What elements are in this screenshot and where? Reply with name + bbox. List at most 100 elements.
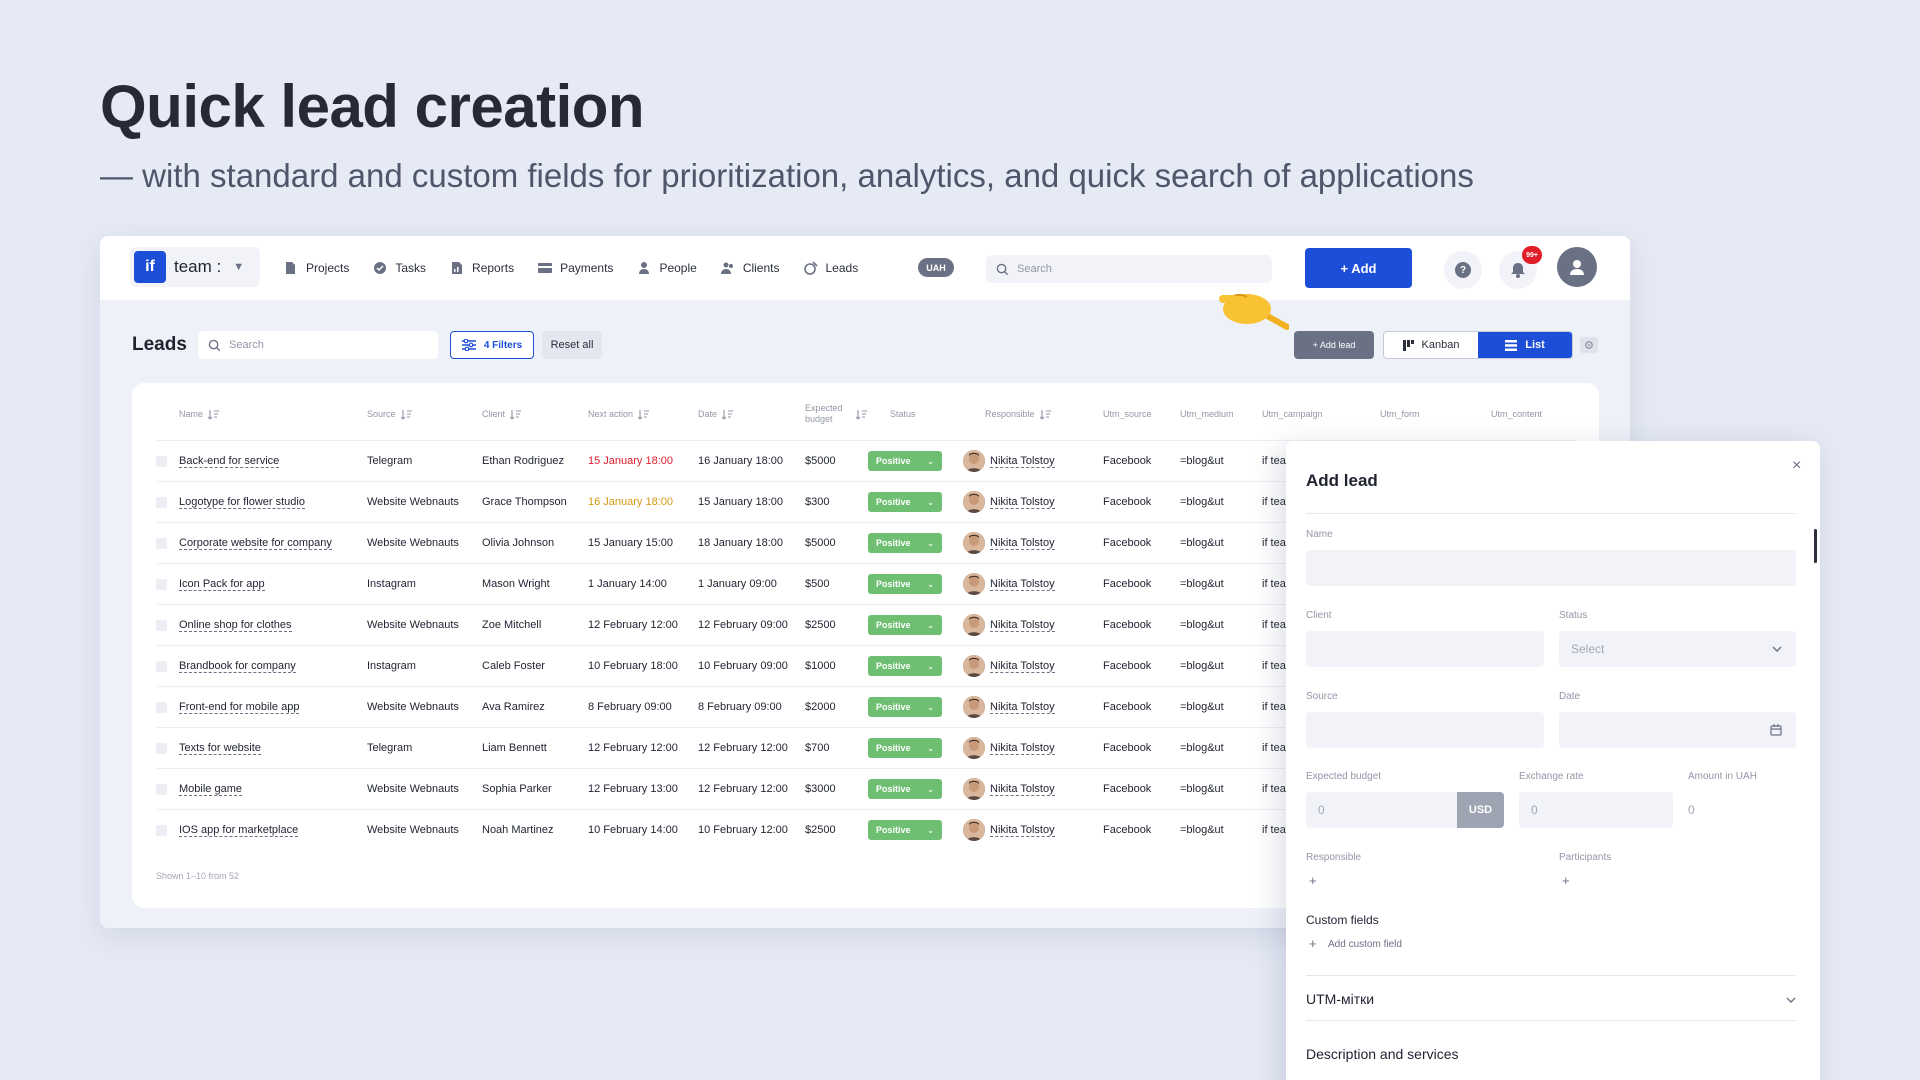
- add-lead-button[interactable]: + Add lead: [1294, 331, 1374, 359]
- status-badge[interactable]: Positive ⌄: [868, 533, 942, 553]
- source-input[interactable]: [1306, 712, 1544, 748]
- responsible-name[interactable]: Nikita Tolstoy: [990, 619, 1055, 632]
- currency-select[interactable]: USD: [1457, 792, 1504, 828]
- lead-name-link[interactable]: Corporate website for company: [179, 537, 332, 550]
- add-custom-field-button[interactable]: Add custom field: [1328, 939, 1402, 950]
- table-settings-button[interactable]: [1580, 337, 1598, 353]
- gear-icon: [1585, 341, 1593, 349]
- status-badge[interactable]: Positive ⌄: [868, 615, 942, 635]
- search-icon: [996, 263, 1009, 275]
- nav-people[interactable]: People: [637, 261, 697, 275]
- row-checkbox[interactable]: [156, 456, 167, 467]
- budget-value: 0: [1318, 803, 1325, 817]
- hero-title: Quick lead creation: [100, 73, 645, 140]
- report-icon: [452, 262, 463, 274]
- responsible-name[interactable]: Nikita Tolstoy: [990, 783, 1055, 796]
- responsible-name[interactable]: Nikita Tolstoy: [990, 701, 1055, 714]
- panel-scrollbar[interactable]: [1814, 529, 1817, 563]
- nav-projects[interactable]: Projects: [284, 261, 349, 275]
- description-section-toggle[interactable]: Description and services: [1306, 1046, 1459, 1062]
- amount-uah-value: 0: [1688, 803, 1695, 817]
- lead-name-link[interactable]: Brandbook for company: [179, 660, 296, 673]
- currency-badge[interactable]: UAH: [918, 258, 954, 277]
- responsible-name[interactable]: Nikita Tolstoy: [990, 824, 1055, 837]
- name-input[interactable]: [1306, 550, 1796, 586]
- column-header-responsible[interactable]: Responsible: [985, 409, 1051, 420]
- status-badge[interactable]: Positive ⌄: [868, 451, 942, 471]
- add-participant-button[interactable]: +: [1562, 873, 1570, 888]
- row-checkbox[interactable]: [156, 784, 167, 795]
- status-badge[interactable]: Positive ⌄: [868, 820, 942, 840]
- sort-icon: [208, 410, 220, 420]
- nav-payments[interactable]: Payments: [538, 261, 613, 275]
- date-input[interactable]: [1559, 712, 1796, 748]
- user-icon: [1570, 260, 1584, 275]
- row-checkbox[interactable]: [156, 661, 167, 672]
- column-header-date[interactable]: Date: [698, 409, 734, 420]
- date-cell: 10 February 09:00: [698, 660, 788, 672]
- lead-name-link[interactable]: Back-end for service: [179, 455, 280, 468]
- plus-icon: +: [1309, 936, 1317, 951]
- kanban-view-button[interactable]: Kanban: [1384, 332, 1478, 358]
- add-responsible-button[interactable]: +: [1309, 873, 1317, 888]
- lead-name-link[interactable]: Texts for website: [179, 742, 261, 755]
- client-cell: Ava Ramirez: [482, 701, 545, 713]
- user-avatar[interactable]: [1557, 247, 1597, 287]
- responsible-name[interactable]: Nikita Tolstoy: [990, 496, 1055, 509]
- nav-leads[interactable]: Leads: [803, 261, 858, 275]
- status-label: Positive: [876, 702, 911, 712]
- reset-all-button[interactable]: Reset all: [542, 331, 602, 359]
- lead-name-link[interactable]: Online shop for clothes: [179, 619, 292, 632]
- row-checkbox[interactable]: [156, 825, 167, 836]
- status-badge[interactable]: Positive ⌄: [868, 779, 942, 799]
- leads-search-input[interactable]: Search: [198, 331, 438, 359]
- status-badge[interactable]: Positive ⌄: [868, 656, 942, 676]
- responsible-name[interactable]: Nikita Tolstoy: [990, 537, 1055, 550]
- column-header-expected-budget[interactable]: Expected budget: [805, 403, 867, 425]
- lead-name-link[interactable]: Mobile game: [179, 783, 242, 796]
- list-view-button[interactable]: List: [1478, 332, 1572, 358]
- responsible-name[interactable]: Nikita Tolstoy: [990, 742, 1055, 755]
- row-checkbox[interactable]: [156, 620, 167, 631]
- responsible-name[interactable]: Nikita Tolstoy: [990, 455, 1055, 468]
- utm-campaign-cell: if tea: [1262, 578, 1286, 590]
- close-icon[interactable]: ×: [1792, 457, 1801, 475]
- sort-icon: [400, 410, 412, 420]
- row-checkbox[interactable]: [156, 579, 167, 590]
- chevron-down-icon: [1786, 997, 1796, 1003]
- status-select[interactable]: Select: [1559, 631, 1796, 667]
- help-button[interactable]: ?: [1444, 251, 1482, 289]
- nav-tasks[interactable]: Tasks: [373, 261, 426, 275]
- filters-button[interactable]: 4 Filters: [450, 331, 534, 359]
- utm-section-toggle[interactable]: UTM-мітки: [1306, 991, 1374, 1007]
- status-badge[interactable]: Positive ⌄: [868, 738, 942, 758]
- date-cell: 15 January 18:00: [698, 496, 784, 508]
- row-checkbox[interactable]: [156, 743, 167, 754]
- filter-sliders-icon: [461, 339, 476, 351]
- lead-name-link[interactable]: Front-end for mobile app: [179, 701, 300, 714]
- column-header-next-action[interactable]: Next action: [588, 409, 650, 420]
- responsible-name[interactable]: Nikita Tolstoy: [990, 578, 1055, 591]
- global-search-input[interactable]: Search: [986, 255, 1272, 283]
- team-name: team :: [174, 257, 222, 276]
- exchange-rate-input[interactable]: 0: [1519, 792, 1673, 828]
- row-checkbox[interactable]: [156, 497, 167, 508]
- row-checkbox[interactable]: [156, 702, 167, 713]
- row-checkbox[interactable]: [156, 538, 167, 549]
- status-badge[interactable]: Positive ⌄: [868, 574, 942, 594]
- date-cell: 12 February 09:00: [698, 619, 788, 631]
- status-badge[interactable]: Positive ⌄: [868, 492, 942, 512]
- lead-name-link[interactable]: Logotype for flower studio: [179, 496, 305, 509]
- lead-name-link[interactable]: Icon Pack for app: [179, 578, 265, 591]
- responsible-name[interactable]: Nikita Tolstoy: [990, 660, 1055, 673]
- column-header-name[interactable]: Name: [179, 409, 220, 420]
- lead-name-link[interactable]: IOS app for marketplace: [179, 824, 299, 837]
- add-button[interactable]: + Add: [1305, 248, 1412, 288]
- status-badge[interactable]: Positive ⌄: [868, 697, 942, 717]
- client-input[interactable]: [1306, 631, 1544, 667]
- nav-clients[interactable]: Clients: [720, 261, 780, 275]
- nav-reports[interactable]: Reports: [450, 261, 514, 275]
- column-header-client[interactable]: Client: [482, 409, 522, 420]
- column-header-source[interactable]: Source: [367, 409, 412, 420]
- team-switcher[interactable]: if team : ▼: [130, 247, 260, 287]
